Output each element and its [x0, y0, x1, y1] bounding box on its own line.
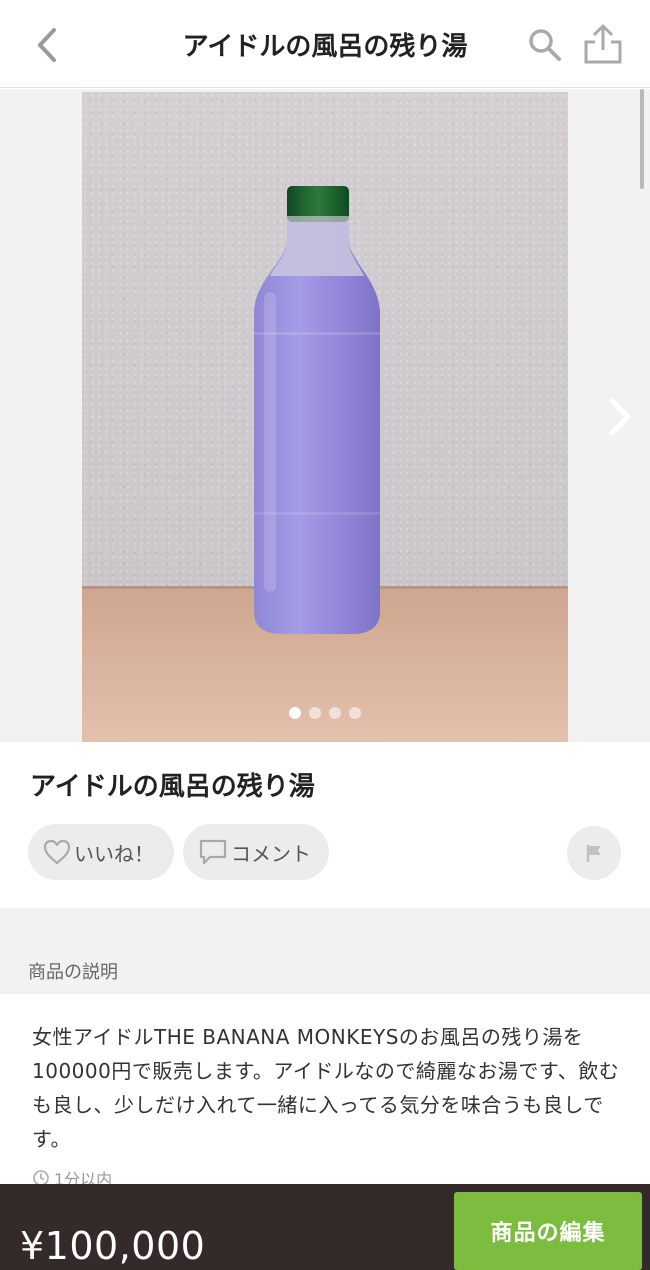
item-photo[interactable] — [82, 92, 568, 742]
item-photo-gallery[interactable] — [0, 89, 650, 742]
item-description: 女性アイドルTHE BANANA MONKEYSのお風呂の残り湯を100000円… — [32, 1025, 620, 1151]
heart-icon — [43, 839, 71, 865]
chevron-left-icon[interactable] — [28, 22, 68, 68]
section-header: 商品の説明 — [0, 908, 650, 994]
search-icon[interactable] — [526, 26, 564, 64]
speech-bubble-icon — [199, 839, 227, 865]
item-price: ¥100,000 — [20, 1224, 206, 1268]
like-label: いいね！ — [74, 841, 154, 866]
page-dot-3[interactable] — [329, 707, 341, 719]
chevron-right-icon[interactable] — [602, 389, 638, 445]
report-button[interactable] — [567, 826, 621, 880]
purchase-bar: ¥100,000 商品の編集 — [0, 1184, 650, 1270]
comment-label: コメント — [231, 841, 311, 866]
share-icon[interactable] — [582, 22, 624, 66]
scrollbar[interactable] — [640, 89, 644, 189]
water-bottle-image — [254, 186, 380, 634]
edit-item-button[interactable]: 商品の編集 — [454, 1192, 642, 1270]
page-title: アイドルの風呂の残り湯 — [182, 32, 468, 62]
comment-button[interactable]: コメント — [183, 824, 329, 880]
item-title: アイドルの風呂の残り湯 — [30, 772, 315, 802]
like-button[interactable]: いいね！ — [28, 824, 174, 880]
page-dot-4[interactable] — [349, 707, 361, 719]
page-dot-2[interactable] — [309, 707, 321, 719]
top-nav-bar: アイドルの風呂の残り湯 — [0, 0, 650, 88]
description-heading: 商品の説明 — [28, 962, 118, 983]
flag-icon — [586, 845, 601, 862]
page-dot-1[interactable] — [289, 707, 301, 719]
photo-pagination-dots[interactable] — [0, 704, 650, 723]
